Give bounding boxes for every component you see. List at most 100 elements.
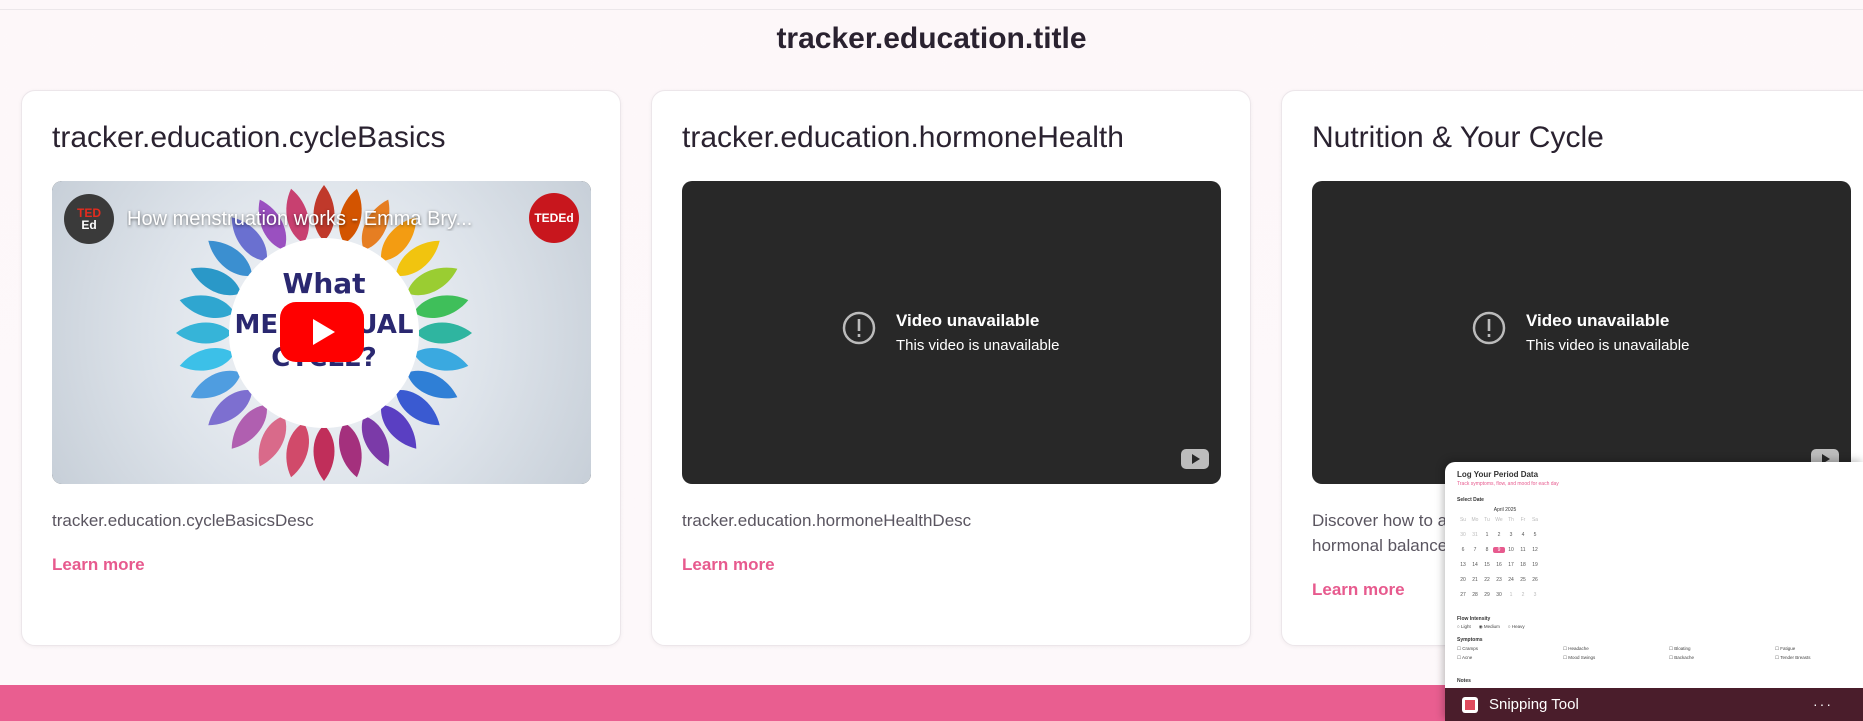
overlay-subtitle: Track symptoms, flow, and mood for each …: [1457, 481, 1559, 487]
video-title[interactable]: How menstruation works - Emma Bry...: [127, 208, 527, 231]
calendar-day[interactable]: 31: [1469, 532, 1481, 538]
calendar-day[interactable]: 29: [1481, 592, 1493, 598]
video-player[interactable]: Video unavailable This video is unavaila…: [1312, 181, 1851, 484]
symptom-checkbox[interactable]: ☐ Mood Swings: [1563, 655, 1595, 661]
video-player[interactable]: Video unavailable This video is unavaila…: [682, 181, 1221, 484]
alert-circle-icon: [842, 311, 876, 345]
calendar-day[interactable]: 9: [1493, 547, 1505, 553]
calendar-day[interactable]: 7: [1469, 547, 1481, 553]
calendar-day[interactable]: 27: [1457, 592, 1469, 598]
calendar-day[interactable]: 10: [1505, 547, 1517, 553]
calendar-day[interactable]: 11: [1517, 547, 1529, 553]
mini-calendar: April 2025 Su Mo Tu We Th Fr Sa 30 31 1 2 3 4 5 6 7 8 9 10…: [1457, 507, 1553, 598]
snipping-tool-preview[interactable]: Log Your Period Data Track symptoms, flo…: [1445, 462, 1863, 721]
card-title: tracker.education.hormoneHealth: [682, 121, 1124, 154]
section-title: tracker.education.title: [776, 22, 1087, 55]
calendar-month: April 2025: [1493, 507, 1517, 513]
calendar-day[interactable]: 1: [1481, 532, 1493, 538]
calendar-day[interactable]: 17: [1505, 562, 1517, 568]
calendar-day[interactable]: 19: [1529, 562, 1541, 568]
snipping-tool-icon: [1462, 696, 1478, 713]
video-unavailable-message: Video unavailable This video is unavaila…: [1472, 311, 1689, 354]
learn-more-link[interactable]: Learn more: [52, 555, 145, 575]
weekday-label: We: [1495, 517, 1503, 523]
video-unavailable-heading: Video unavailable: [1526, 311, 1670, 330]
overlay-title: Log Your Period Data: [1457, 470, 1539, 479]
symptom-checkbox[interactable]: ☐ Tender Breasts: [1775, 655, 1810, 661]
alert-circle-icon: [1472, 311, 1506, 345]
calendar-day[interactable]: 28: [1469, 592, 1481, 598]
video-unavailable-text: This video is unavailable: [1526, 337, 1690, 354]
weekday-label: Tu: [1484, 517, 1490, 523]
flow-options: ○ Light ◉ Medium ○ Heavy: [1457, 624, 1525, 630]
calendar-day[interactable]: 1: [1505, 592, 1517, 598]
snipping-tool-name: Snipping Tool: [1489, 696, 1579, 713]
symptom-checkbox[interactable]: ☐ Acne: [1457, 655, 1472, 661]
weekday-label: Th: [1508, 517, 1514, 523]
calendar-day[interactable]: 12: [1529, 547, 1541, 553]
snipping-tool-bar[interactable]: Snipping Tool ···: [1445, 688, 1863, 721]
calendar-day[interactable]: 22: [1481, 577, 1493, 583]
card-title: tracker.education.cycleBasics: [52, 121, 446, 154]
youtube-logo-icon[interactable]: [1181, 449, 1209, 469]
symptom-checkbox[interactable]: ☐ Backache: [1669, 655, 1694, 661]
select-date-label: Select Date: [1457, 497, 1484, 503]
svg-text:What: What: [282, 267, 365, 300]
calendar-day[interactable]: 3: [1505, 532, 1517, 538]
ted-ed-channel-avatar[interactable]: TED Ed: [64, 194, 114, 244]
calendar-day[interactable]: 16: [1493, 562, 1505, 568]
calendar-day[interactable]: 5: [1529, 532, 1541, 538]
flower-petal: [176, 322, 232, 344]
ted-ed-badge: TEDEd: [529, 193, 579, 243]
flow-intensity-label: Flow Intensity: [1457, 616, 1491, 622]
calendar-day[interactable]: 2: [1517, 592, 1529, 598]
video-topbar: TED Ed How menstruation works - Emma Bry…: [64, 193, 579, 245]
calendar-day[interactable]: 8: [1481, 547, 1493, 553]
video-player[interactable]: What MENSTRUAL CYCLE? TED Ed How menstru…: [52, 181, 591, 484]
education-card-cycle-basics: tracker.education.cycleBasics What MENST…: [21, 90, 621, 646]
calendar-grid: Su Mo Tu We Th Fr Sa 30 31 1 2 3 4 5 6 7 8 9 10 11 12 13 14 15 1…: [1457, 517, 1553, 598]
notes-label: Notes: [1457, 678, 1471, 684]
flower-petal: [313, 425, 335, 481]
flow-option-light[interactable]: ○ Light: [1457, 624, 1471, 630]
calendar-day[interactable]: 30: [1493, 592, 1505, 598]
card-title: Nutrition & Your Cycle: [1312, 121, 1604, 154]
video-unavailable-text: This video is unavailable: [896, 337, 1060, 354]
calendar-day[interactable]: 18: [1517, 562, 1529, 568]
calendar-day[interactable]: 23: [1493, 577, 1505, 583]
weekday-label: Su: [1459, 517, 1467, 523]
symptom-checkbox[interactable]: ☐ Cramps: [1457, 646, 1478, 652]
more-options-icon[interactable]: ···: [1813, 696, 1833, 712]
calendar-day[interactable]: 30: [1457, 532, 1469, 538]
top-divider: [0, 9, 1863, 10]
calendar-day[interactable]: 13: [1457, 562, 1469, 568]
learn-more-link[interactable]: Learn more: [682, 555, 775, 575]
calendar-day[interactable]: 24: [1505, 577, 1517, 583]
card-description: tracker.education.cycleBasicsDesc: [52, 511, 314, 530]
calendar-day[interactable]: 4: [1517, 532, 1529, 538]
symptom-checkbox[interactable]: ☐ Fatigue: [1775, 646, 1795, 652]
calendar-day[interactable]: 14: [1469, 562, 1481, 568]
play-icon[interactable]: [280, 302, 364, 362]
calendar-day[interactable]: 6: [1457, 547, 1469, 553]
calendar-day[interactable]: 25: [1517, 577, 1529, 583]
calendar-day[interactable]: 2: [1493, 532, 1505, 538]
symptoms-label: Symptoms: [1457, 637, 1483, 643]
calendar-day[interactable]: 21: [1469, 577, 1481, 583]
weekday-label: Mo: [1471, 517, 1479, 523]
video-unavailable-message: Video unavailable This video is unavaila…: [842, 311, 1059, 354]
weekday-label: Fr: [1520, 517, 1526, 523]
video-unavailable-heading: Video unavailable: [896, 311, 1040, 330]
flow-option-medium[interactable]: ◉ Medium: [1479, 624, 1500, 630]
card-description: tracker.education.hormoneHealthDesc: [682, 511, 972, 530]
calendar-day[interactable]: 20: [1457, 577, 1469, 583]
learn-more-link[interactable]: Learn more: [1312, 580, 1405, 600]
flow-option-heavy[interactable]: ○ Heavy: [1508, 624, 1525, 630]
weekday-label: Sa: [1531, 517, 1539, 523]
calendar-day[interactable]: 15: [1481, 562, 1493, 568]
symptom-checkbox[interactable]: ☐ Bloating: [1669, 646, 1691, 652]
calendar-day[interactable]: 26: [1529, 577, 1541, 583]
calendar-day[interactable]: 3: [1529, 592, 1541, 598]
education-card-hormone-health: tracker.education.hormoneHealth Video un…: [651, 90, 1251, 646]
symptom-checkbox[interactable]: ☐ Headache: [1563, 646, 1589, 652]
